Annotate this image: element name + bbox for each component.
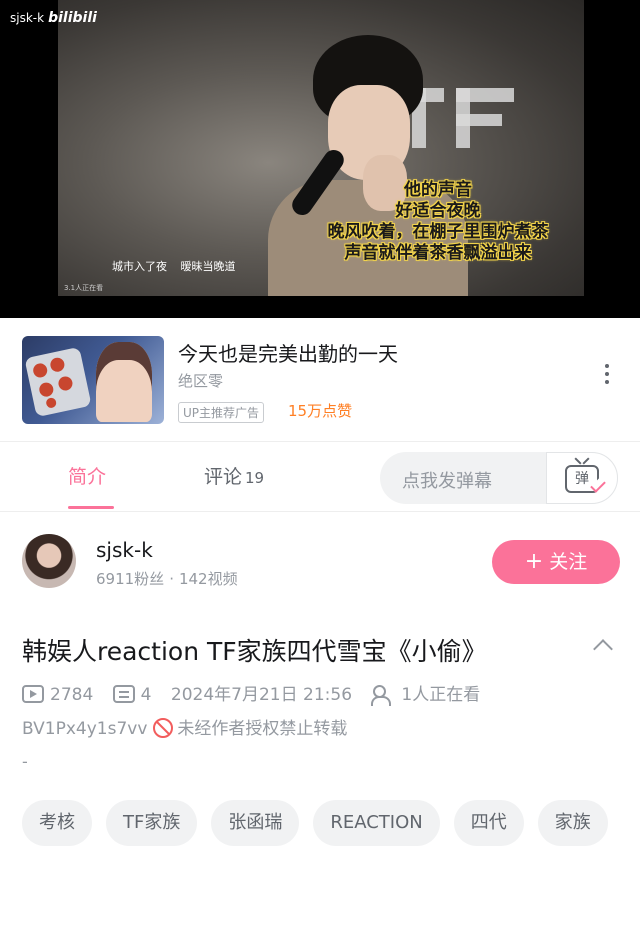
people-icon — [371, 685, 395, 706]
copyright-notice: 未经作者授权禁止转载 — [177, 719, 348, 739]
no-repost-icon — [153, 718, 174, 738]
tag-chip[interactable]: REACTION — [313, 800, 440, 846]
subtitle-line: 晚风吹着，在棚子里围炉煮茶 — [327, 222, 549, 242]
ad-badge: UP主推荐广告 — [178, 402, 265, 423]
watermark-user: sjsk-k — [10, 11, 45, 25]
tag-chip[interactable]: 张函瑞 — [211, 800, 300, 846]
tab-intro-label: 简介 — [68, 466, 107, 488]
uploader-name[interactable]: sjsk-k — [96, 538, 153, 562]
play-count-icon — [22, 685, 44, 703]
tab-indicator — [68, 506, 114, 509]
danmaku-count: 4 — [140, 685, 152, 705]
small-caption-text: 暧昧当晚道 — [180, 260, 236, 273]
fans-count: 6911粉丝 — [96, 570, 165, 588]
plus-icon: + — [524, 549, 544, 574]
more-icon[interactable] — [604, 364, 610, 388]
video-player[interactable]: 3.1人正在看 sjsk-k bilibili 他的声音 好适合夜晚 晚风吹着，在… — [0, 0, 640, 318]
danmaku-input[interactable]: 点我发弹幕 — [402, 467, 492, 493]
video-count: 142视频 — [178, 570, 238, 588]
danmaku-count-icon — [112, 685, 135, 703]
watching-count: 1人正在看 — [401, 685, 481, 705]
video-description: - — [22, 752, 28, 771]
tab-intro[interactable]: 简介 — [68, 462, 106, 489]
subtitle-line: 他的声音 — [404, 180, 472, 200]
watermark: sjsk-k bilibili — [10, 10, 97, 26]
ad-likes: 15万点赞 — [288, 402, 353, 420]
ad-card[interactable]: 今天也是完美出勤的一天 绝区零 UP主推荐广告 15万点赞 — [0, 318, 640, 442]
avatar[interactable] — [22, 534, 76, 588]
tab-comments[interactable]: 评论 19 — [204, 462, 264, 489]
tag-chip[interactable]: 考核 — [22, 800, 92, 846]
subtitle-line: 好适合夜晚 — [395, 201, 481, 221]
video-id-row: BV1Px4y1s7vv 未经作者授权禁止转载 — [22, 714, 347, 739]
tag-chip[interactable]: 四代 — [453, 800, 524, 846]
tag-list: 考核 TF家族 张函瑞 REACTION 四代 家族 — [22, 800, 622, 846]
ad-author[interactable]: 绝区零 — [178, 370, 223, 391]
small-caption-text: 城市入了夜 — [112, 260, 167, 273]
uploader-stats: 6911粉丝 · 142视频 — [96, 570, 238, 588]
comment-count: 19 — [245, 469, 265, 487]
uploader-row: sjsk-k 6911粉丝 · 142视频 + 关注 — [0, 512, 640, 612]
frame-mark: 3.1人正在看 — [64, 284, 104, 292]
follow-label: 关注 — [549, 551, 588, 573]
tab-bar: 简介 评论 19 点我发弹幕 弹 — [0, 442, 640, 512]
follow-button[interactable]: + 关注 — [492, 540, 620, 584]
subtitle-line: 声音就伴着茶香飘溢出来 — [344, 243, 532, 263]
subtitle-block: 他的声音 好适合夜晚 晚风吹着，在棚子里围炉煮茶 声音就伴着茶香飘溢出来 — [238, 180, 638, 264]
tab-comments-label: 评论 — [204, 466, 243, 488]
ad-thumbnail[interactable] — [22, 336, 164, 424]
bilibili-logo: bilibili — [48, 10, 97, 26]
tag-chip[interactable]: TF家族 — [106, 800, 198, 846]
small-caption: 城市入了夜 暧昧当晚道 — [112, 258, 246, 274]
video-title: 韩娱人reaction TF家族四代雪宝《小偷》 — [22, 637, 487, 666]
ad-title[interactable]: 今天也是完美出勤的一天 — [178, 338, 398, 367]
danmaku-toggle-button[interactable]: 弹 — [546, 452, 618, 504]
publish-date: 2024年7月21日 21:56 — [170, 685, 353, 705]
bvid[interactable]: BV1Px4y1s7vv — [22, 719, 147, 739]
tag-chip[interactable]: 家族 — [537, 800, 608, 846]
danmaku-bar[interactable]: 点我发弹幕 弹 — [380, 452, 618, 504]
video-stats: 2784 4 2024年7月21日 21:56 1人正在看 — [22, 680, 481, 706]
view-count: 2784 — [50, 685, 94, 705]
chevron-up-icon[interactable] — [593, 639, 613, 659]
